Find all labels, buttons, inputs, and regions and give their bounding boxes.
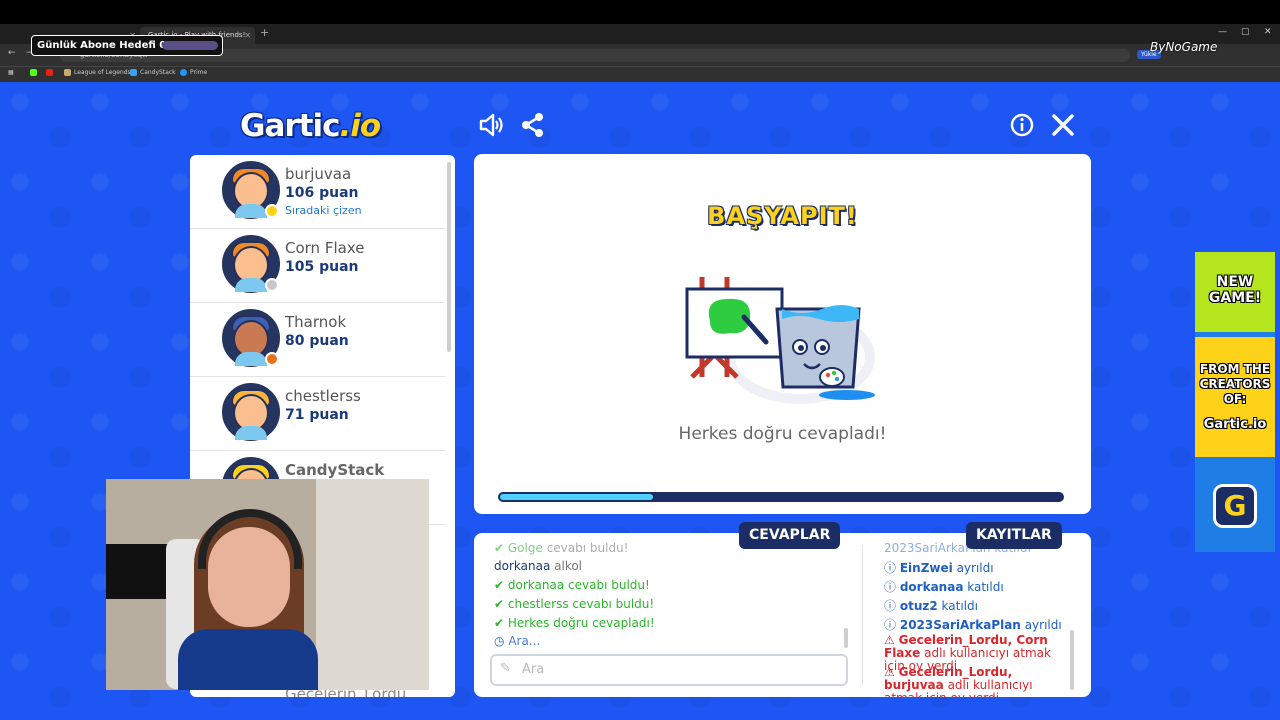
ad-app-icon: G [1213, 484, 1257, 528]
player-list-scrollbar[interactable] [447, 162, 451, 352]
drawing-board: BAŞYAPIT! Herkes doğru cevapladı! [474, 154, 1091, 514]
warning-icon: ⚠ [884, 665, 895, 679]
player-name: chestlerss [285, 387, 361, 405]
status-badge [265, 204, 279, 218]
log-item: ⓘ EinZwei ayrıldı [884, 561, 994, 575]
log-item: ⓘ 2023SariArkaPlan ayrıldı [884, 618, 1062, 632]
answer-item: ✔ chestlerss cevabı buldu! [494, 597, 655, 611]
ad-banner[interactable]: NEW GAME! FROM THE CREATORS OF: Gartic.i… [1195, 252, 1275, 552]
maximize-button[interactable]: ▢ [1241, 27, 1250, 37]
bookmark-prime[interactable]: Prime [180, 69, 207, 76]
masterpiece-illustration [685, 277, 875, 404]
avatar [222, 161, 280, 219]
answer-input[interactable] [522, 662, 822, 677]
player-name: Tharnok [285, 313, 347, 331]
player-row[interactable]: Tharnok 80 puan [190, 303, 445, 377]
goal-progress-bar [162, 41, 218, 50]
sound-icon[interactable] [478, 112, 504, 138]
warning-icon: ⚠ [884, 633, 895, 647]
player-name: burjuvaa [285, 165, 352, 183]
avatar [222, 235, 280, 293]
apps-icon[interactable]: ▦ [8, 69, 14, 76]
webcam-overlay [106, 479, 429, 690]
subscriber-goal: Günlük Abone Hedefi 0/2 [31, 35, 223, 56]
info-small-icon: ⓘ [884, 618, 897, 632]
info-icon[interactable] [1009, 112, 1035, 138]
bookmark-league[interactable]: League of Legends [64, 69, 131, 76]
player-name: Corn Flaxe [285, 239, 365, 257]
close-game-icon[interactable] [1050, 112, 1076, 138]
player-points: 106 puan [285, 185, 359, 201]
back-arrow-icon[interactable]: ← [8, 48, 16, 58]
player-row[interactable]: Corn Flaxe 105 puan [190, 229, 445, 303]
info-small-icon: ⓘ [884, 599, 897, 613]
pencil-icon: ✎ [500, 661, 511, 676]
answer-item: dorkanaa alkol [494, 559, 583, 573]
chat-divider [862, 545, 863, 685]
answer-item: ✔ dorkanaa cevabı buldu! [494, 578, 650, 592]
info-small-icon: ⓘ [884, 561, 897, 575]
answer-item: ◷ Ara... [494, 634, 541, 648]
info-small-icon: ⓘ [884, 580, 897, 594]
chat-panel: ✔ Golge cevabı buldu! dorkanaa alkol ✔ d… [474, 533, 1091, 697]
close-icon[interactable]: ✕ [244, 27, 251, 44]
bookmark-kick-icon[interactable] [30, 69, 37, 76]
status-badge [265, 278, 279, 292]
log-item: ⓘ otuz2 katıldı [884, 599, 978, 613]
player-points: 105 puan [285, 259, 359, 275]
gartic-logo[interactable]: Gartic.io [240, 108, 381, 144]
ad-logo: Gartic.io [1203, 417, 1267, 432]
answer-item: ✔ Herkes doğru cevapladı! [494, 616, 655, 630]
answers-scrollbar[interactable] [844, 628, 848, 648]
check-icon: ✔ [494, 578, 505, 592]
answer-input-box[interactable]: ✎ [490, 654, 848, 686]
tab-answers[interactable]: CEVAPLAR [739, 522, 841, 549]
round-progress-bar [498, 492, 1064, 502]
player-points: 71 puan [285, 407, 349, 423]
clock-icon: ◷ [494, 634, 505, 648]
screen-top-bar [0, 0, 1280, 24]
avatar [222, 383, 280, 441]
log-item: ⓘ dorkanaa katıldı [884, 580, 1004, 594]
new-tab-button[interactable]: + [260, 26, 269, 39]
player-name: CandyStack [285, 461, 385, 479]
player-row[interactable]: burjuvaa 106 puan Sıradaki çizen [190, 155, 445, 229]
tab-logs[interactable]: KAYITLAR [966, 522, 1062, 549]
minimize-button[interactable]: — [1218, 27, 1227, 37]
bookmark-youtube-icon[interactable] [46, 69, 53, 76]
logs-scrollbar[interactable] [1070, 630, 1074, 690]
window-close-button[interactable]: ✕ [1264, 27, 1272, 37]
player-points: 80 puan [285, 333, 349, 349]
check-icon: ✔ [494, 597, 505, 611]
bynogame-logo: ByNoGame [1150, 40, 1218, 54]
share-icon[interactable] [520, 112, 546, 138]
check-icon: ✔ [494, 616, 505, 630]
player-row[interactable]: chestlerss 71 puan [190, 377, 445, 451]
round-progress-fill [500, 494, 653, 500]
avatar [222, 309, 280, 367]
next-drawer-label: Sıradaki çizen [285, 204, 362, 217]
status-badge [265, 352, 279, 366]
ad-subline: FROM THE CREATORS OF: [1199, 362, 1271, 406]
round-message: Herkes doğru cevapladı! [678, 424, 887, 444]
answer-item-cut: ✔ Golge cevabı buldu! [494, 541, 629, 555]
round-title: BAŞYAPIT! [707, 202, 858, 230]
vote-item: ⚠ Gecelerin_Lordu, burjuvaa adlı kullanı… [884, 665, 1033, 698]
bookmark-candystack[interactable]: CandyStack [130, 69, 176, 76]
ad-headline: NEW GAME! [1208, 274, 1262, 306]
